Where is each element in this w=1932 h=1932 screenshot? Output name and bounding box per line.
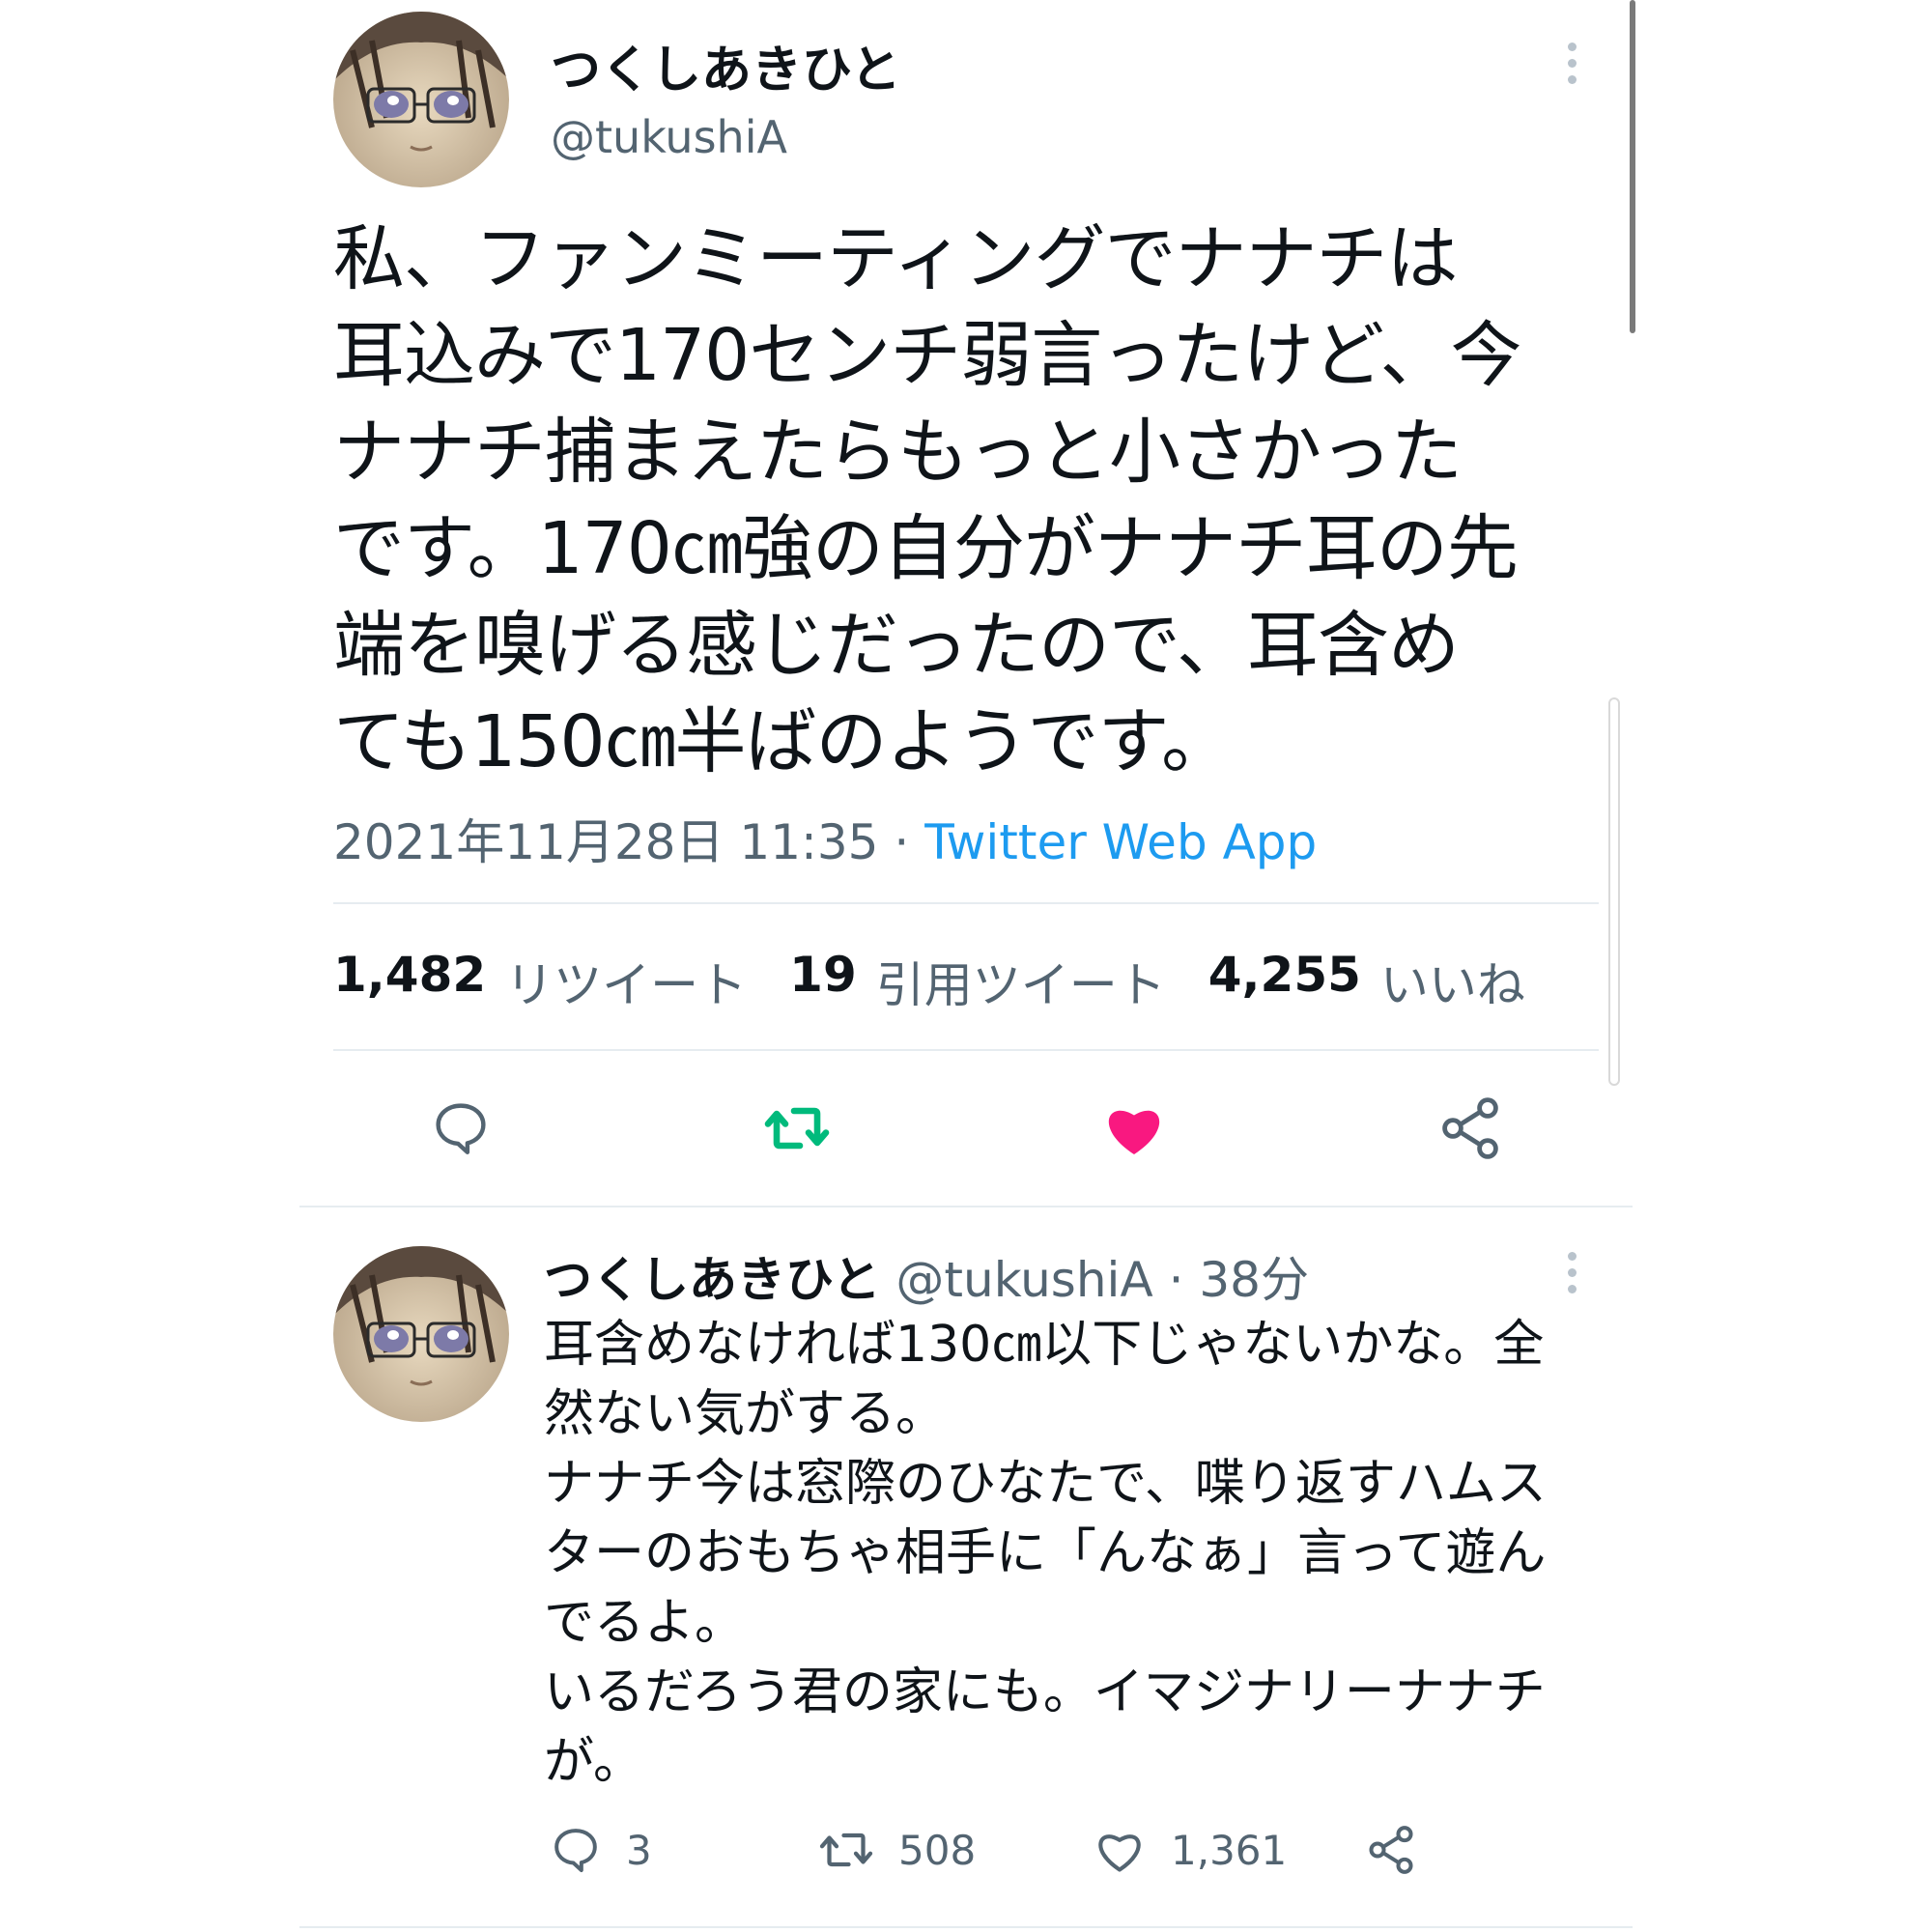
tweet-stats: 1,482 リツイート 19 引用ツイート 4,255 いいね (333, 947, 1568, 1016)
reply-more-options-icon[interactable] (1567, 1252, 1577, 1293)
like-button[interactable] (1095, 1090, 1173, 1167)
quotes-stat[interactable]: 19 引用ツイート (789, 947, 1166, 1016)
share-button[interactable] (1432, 1090, 1509, 1167)
reply-avatar[interactable] (333, 1246, 509, 1422)
quotes-label: 引用ツイート (875, 957, 1166, 1013)
retweet-button[interactable] (758, 1090, 836, 1167)
reply-timestamp[interactable]: 38分 (1199, 1252, 1309, 1308)
share-icon (1369, 1826, 1413, 1874)
tweet-timestamp[interactable]: 2021年11月28日 11:35 (333, 814, 878, 870)
meta-separator: · (894, 814, 910, 870)
more-options-icon[interactable] (1567, 43, 1577, 84)
page-scrollbar[interactable] (1630, 0, 1635, 333)
inner-scrollbar[interactable] (1608, 697, 1620, 1086)
reply-reply-button[interactable]: 3 (549, 1821, 652, 1879)
retweets-label: リツイート (505, 957, 748, 1013)
tweet-meta: 2021年11月28日 11:35 · Twitter Web App (333, 804, 1317, 873)
share-icon (1442, 1097, 1498, 1159)
reply-retweet-button[interactable]: 508 (817, 1821, 976, 1879)
likes-stat[interactable]: 4,255 いいね (1208, 947, 1525, 1016)
reply-header: つくしあきひと @tukushiA · 38分 (544, 1241, 1309, 1311)
retweet-icon (819, 1833, 873, 1867)
reply-author-handle[interactable]: @tukushiA (895, 1252, 1152, 1308)
heart-icon (1108, 1110, 1160, 1154)
source-app-link[interactable]: Twitter Web App (924, 814, 1317, 870)
likes-label: いいね (1379, 957, 1525, 1013)
divider (333, 902, 1599, 904)
reply-share-button[interactable] (1364, 1821, 1418, 1879)
reply-text: 耳含めなければ130㎝以下じゃないかな。全 然ない気がする。 ナナチ今は窓際のひ… (544, 1316, 1547, 1791)
quotes-count: 19 (789, 947, 857, 1003)
divider (299, 1926, 1633, 1928)
like-count: 1,361 (1171, 1826, 1288, 1874)
avatar[interactable] (333, 12, 509, 187)
reply-separator: · (1168, 1252, 1184, 1308)
reply-count: 3 (626, 1826, 652, 1874)
reply-icon (436, 1103, 486, 1154)
retweet-count: 508 (898, 1826, 977, 1874)
heart-outline-icon (1098, 1834, 1141, 1872)
tweet-text: 私、ファンミーティングでナナチは 耳込みで170センチ弱言ったけど、今 ナナチ捕… (333, 217, 1522, 783)
reply-author-name[interactable]: つくしあきひと (544, 1252, 881, 1308)
reply-icon (554, 1829, 597, 1872)
reply-like-button[interactable]: 1,361 (1092, 1821, 1287, 1879)
author-handle[interactable]: @tukushiA (551, 111, 787, 163)
author-name[interactable]: つくしあきひと (551, 29, 900, 101)
retweets-stat[interactable]: 1,482 リツイート (333, 947, 747, 1016)
divider (333, 1049, 1599, 1051)
retweet-icon (764, 1107, 830, 1150)
divider (299, 1206, 1633, 1208)
reply-button[interactable] (422, 1090, 499, 1167)
retweets-count: 1,482 (333, 947, 487, 1003)
likes-count: 4,255 (1208, 947, 1361, 1003)
